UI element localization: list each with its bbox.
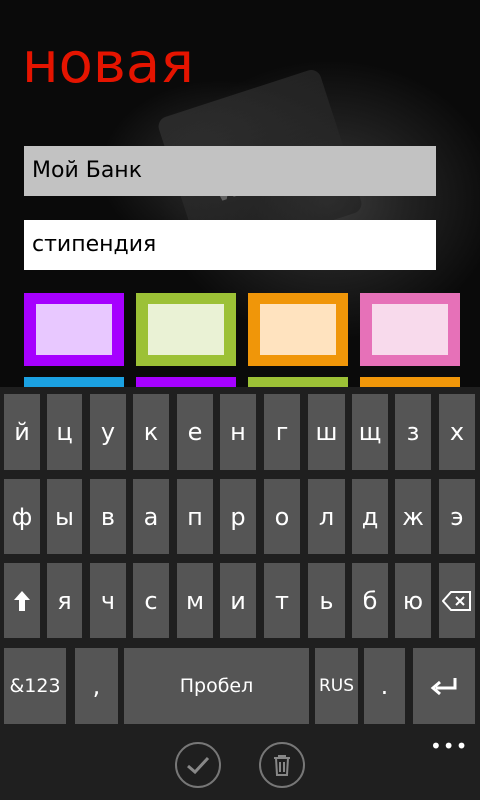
swatch-inner bbox=[372, 304, 448, 355]
shift-key[interactable] bbox=[4, 563, 40, 638]
key-ч[interactable]: ч bbox=[90, 563, 126, 638]
key-ц[interactable]: ц bbox=[47, 394, 82, 470]
key-н[interactable]: н bbox=[220, 394, 256, 470]
color-swatch-pink[interactable] bbox=[360, 293, 460, 366]
category-field[interactable]: стипендия bbox=[24, 220, 436, 270]
shift-arrow-icon bbox=[14, 590, 30, 611]
key-а[interactable]: а bbox=[133, 479, 169, 554]
key-ж[interactable]: ж bbox=[395, 479, 431, 554]
key-ю[interactable]: ю bbox=[395, 563, 431, 638]
key-э[interactable]: э bbox=[439, 479, 475, 554]
key-у[interactable]: у bbox=[90, 394, 126, 470]
key-ь[interactable]: ь bbox=[308, 563, 345, 638]
color-swatch-lime[interactable] bbox=[136, 293, 236, 366]
page-title: новая bbox=[22, 31, 194, 96]
trash-icon bbox=[274, 755, 290, 776]
key-р[interactable]: р bbox=[220, 479, 256, 554]
enter-key[interactable] bbox=[413, 648, 475, 724]
symbols-key[interactable]: &123 bbox=[4, 648, 66, 724]
color-swatch-purple[interactable] bbox=[24, 293, 124, 366]
key-с[interactable]: с bbox=[133, 563, 169, 638]
more-options-button[interactable]: ••• bbox=[430, 734, 468, 758]
key-и[interactable]: и bbox=[220, 563, 256, 638]
swatch-inner bbox=[36, 304, 112, 355]
swatch-inner bbox=[148, 304, 224, 355]
key-х[interactable]: х bbox=[439, 394, 475, 470]
key-щ[interactable]: щ bbox=[352, 394, 388, 470]
key-й[interactable]: й bbox=[4, 394, 40, 470]
key-т[interactable]: т bbox=[264, 563, 300, 638]
key-к[interactable]: к bbox=[133, 394, 169, 470]
key-ф[interactable]: ф bbox=[4, 479, 40, 554]
save-button[interactable] bbox=[175, 742, 221, 788]
key-ш[interactable]: ш bbox=[308, 394, 345, 470]
key-ы[interactable]: ы bbox=[47, 479, 82, 554]
comma-key[interactable]: , bbox=[75, 648, 118, 724]
key-г[interactable]: г bbox=[264, 394, 300, 470]
space-key[interactable]: Пробел bbox=[124, 648, 309, 724]
swatch-inner bbox=[260, 304, 336, 355]
check-icon bbox=[187, 756, 210, 775]
language-key[interactable]: RUS bbox=[315, 648, 358, 724]
key-о[interactable]: о bbox=[264, 479, 300, 554]
key-е[interactable]: е bbox=[177, 394, 213, 470]
account-name-field[interactable]: Мой Банк bbox=[24, 146, 436, 196]
enter-icon bbox=[430, 678, 457, 696]
period-key[interactable]: . bbox=[364, 648, 405, 724]
key-м[interactable]: м bbox=[177, 563, 213, 638]
key-д[interactable]: д bbox=[352, 479, 388, 554]
delete-button[interactable] bbox=[259, 742, 305, 788]
key-в[interactable]: в bbox=[90, 479, 126, 554]
backspace-icon bbox=[442, 590, 471, 611]
app-bar bbox=[0, 732, 480, 800]
key-я[interactable]: я bbox=[47, 563, 82, 638]
on-screen-keyboard: й ц у к е н г ш щ з х ф ы в а п р о л д … bbox=[0, 387, 480, 732]
backspace-key[interactable] bbox=[439, 563, 475, 638]
key-л[interactable]: л bbox=[308, 479, 345, 554]
key-з[interactable]: з bbox=[395, 394, 431, 470]
key-б[interactable]: б bbox=[352, 563, 388, 638]
color-swatch-orange[interactable] bbox=[248, 293, 348, 366]
key-п[interactable]: п bbox=[177, 479, 213, 554]
